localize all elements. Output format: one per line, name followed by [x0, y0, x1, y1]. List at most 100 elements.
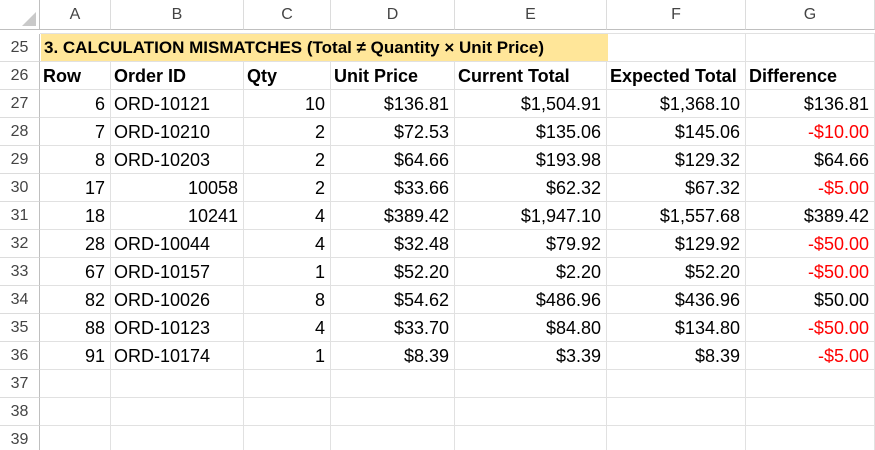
cell-row[interactable]: 91: [40, 342, 111, 370]
cell-row[interactable]: 6: [40, 90, 111, 118]
cell-unit-price[interactable]: $54.62: [331, 286, 455, 314]
cell-order-id[interactable]: 10241: [111, 202, 244, 230]
cell-row[interactable]: 7: [40, 118, 111, 146]
row-header[interactable]: 39: [0, 426, 40, 450]
cell-row[interactable]: 17: [40, 174, 111, 202]
select-all-corner[interactable]: [0, 0, 40, 30]
column-header-e[interactable]: E: [455, 0, 607, 30]
cell-order-id[interactable]: ORD-10123: [111, 314, 244, 342]
cell-qty[interactable]: 1: [244, 342, 331, 370]
cell-order-id[interactable]: ORD-10210: [111, 118, 244, 146]
cell-difference[interactable]: -$50.00: [746, 258, 875, 286]
row-header[interactable]: 25: [0, 34, 40, 62]
cell-difference[interactable]: $389.42: [746, 202, 875, 230]
row-header[interactable]: 38: [0, 398, 40, 426]
cell-difference[interactable]: $50.00: [746, 286, 875, 314]
cell-order-id[interactable]: ORD-10203: [111, 146, 244, 174]
column-header-b[interactable]: B: [111, 0, 244, 30]
row-header[interactable]: 28: [0, 118, 40, 146]
cell-qty[interactable]: 2: [244, 146, 331, 174]
row-header[interactable]: 27: [0, 90, 40, 118]
cell-difference[interactable]: -$5.00: [746, 174, 875, 202]
cell-row[interactable]: 88: [40, 314, 111, 342]
row-header[interactable]: 30: [0, 174, 40, 202]
table-header-expected-total[interactable]: Expected Total: [607, 62, 746, 90]
cell-current-total[interactable]: $3.39: [455, 342, 607, 370]
cell-difference[interactable]: $64.66: [746, 146, 875, 174]
column-header-a[interactable]: A: [40, 0, 111, 30]
cell-order-id[interactable]: 10058: [111, 174, 244, 202]
column-header-g[interactable]: G: [746, 0, 875, 30]
cell-row[interactable]: 67: [40, 258, 111, 286]
cell-unit-price[interactable]: $32.48: [331, 230, 455, 258]
cell-current-total[interactable]: $1,504.91: [455, 90, 607, 118]
cell-expected-total[interactable]: $134.80: [607, 314, 746, 342]
table-header-current-total[interactable]: Current Total: [455, 62, 607, 90]
row-header[interactable]: 37: [0, 370, 40, 398]
cell-unit-price[interactable]: $52.20: [331, 258, 455, 286]
cell-current-total[interactable]: $79.92: [455, 230, 607, 258]
column-header-c[interactable]: C: [244, 0, 331, 30]
row-header[interactable]: 31: [0, 202, 40, 230]
cell-order-id[interactable]: ORD-10174: [111, 342, 244, 370]
row-header[interactable]: 29: [0, 146, 40, 174]
row-header[interactable]: 35: [0, 314, 40, 342]
cell-unit-price[interactable]: $8.39: [331, 342, 455, 370]
cell-expected-total[interactable]: $145.06: [607, 118, 746, 146]
cell-difference[interactable]: -$50.00: [746, 230, 875, 258]
cell-row[interactable]: 82: [40, 286, 111, 314]
cell-row[interactable]: 8: [40, 146, 111, 174]
table-header-difference[interactable]: Difference: [746, 62, 875, 90]
cell-difference[interactable]: -$50.00: [746, 314, 875, 342]
cell-expected-total[interactable]: $436.96: [607, 286, 746, 314]
cell-qty[interactable]: 4: [244, 230, 331, 258]
cell-current-total[interactable]: $135.06: [455, 118, 607, 146]
cell-unit-price[interactable]: $33.70: [331, 314, 455, 342]
cell-unit-price[interactable]: $389.42: [331, 202, 455, 230]
cell-qty[interactable]: 2: [244, 118, 331, 146]
cell-order-id[interactable]: ORD-10157: [111, 258, 244, 286]
table-header-order-id[interactable]: Order ID: [111, 62, 244, 90]
cell-unit-price[interactable]: $136.81: [331, 90, 455, 118]
cell-expected-total[interactable]: $67.32: [607, 174, 746, 202]
cell-qty[interactable]: 4: [244, 202, 331, 230]
cell-qty[interactable]: 1: [244, 258, 331, 286]
row-header[interactable]: 36: [0, 342, 40, 370]
cell-row[interactable]: 18: [40, 202, 111, 230]
cell-qty[interactable]: 8: [244, 286, 331, 314]
cell-current-total[interactable]: $193.98: [455, 146, 607, 174]
cell-expected-total[interactable]: $129.32: [607, 146, 746, 174]
table-header-qty[interactable]: Qty: [244, 62, 331, 90]
cell-expected-total[interactable]: $1,557.68: [607, 202, 746, 230]
cell-unit-price[interactable]: $33.66: [331, 174, 455, 202]
row-header[interactable]: 32: [0, 230, 40, 258]
cell-current-total[interactable]: $2.20: [455, 258, 607, 286]
cell-qty[interactable]: 4: [244, 314, 331, 342]
cell-current-total[interactable]: $84.80: [455, 314, 607, 342]
cell-difference[interactable]: -$5.00: [746, 342, 875, 370]
row-header[interactable]: 33: [0, 258, 40, 286]
table-header-row[interactable]: Row: [40, 62, 111, 90]
cell-expected-total[interactable]: $1,368.10: [607, 90, 746, 118]
table-header-unit-price[interactable]: Unit Price: [331, 62, 455, 90]
cell-unit-price[interactable]: $64.66: [331, 146, 455, 174]
cell-row[interactable]: 28: [40, 230, 111, 258]
row-header[interactable]: 26: [0, 62, 40, 90]
cell-order-id[interactable]: ORD-10044: [111, 230, 244, 258]
cell-difference[interactable]: $136.81: [746, 90, 875, 118]
cell-current-total[interactable]: $486.96: [455, 286, 607, 314]
column-header-f[interactable]: F: [607, 0, 746, 30]
cell-qty[interactable]: 10: [244, 90, 331, 118]
cell-current-total[interactable]: $62.32: [455, 174, 607, 202]
cell-difference[interactable]: -$10.00: [746, 118, 875, 146]
cell-qty[interactable]: 2: [244, 174, 331, 202]
cell-expected-total[interactable]: $8.39: [607, 342, 746, 370]
cell-order-id[interactable]: ORD-10026: [111, 286, 244, 314]
row-header[interactable]: 34: [0, 286, 40, 314]
cell-unit-price[interactable]: $72.53: [331, 118, 455, 146]
section-title-cell[interactable]: 3. CALCULATION MISMATCHES (Total ≠ Quant…: [41, 34, 608, 61]
column-header-d[interactable]: D: [331, 0, 455, 30]
cell-expected-total[interactable]: $129.92: [607, 230, 746, 258]
cell-current-total[interactable]: $1,947.10: [455, 202, 607, 230]
cell-order-id[interactable]: ORD-10121: [111, 90, 244, 118]
